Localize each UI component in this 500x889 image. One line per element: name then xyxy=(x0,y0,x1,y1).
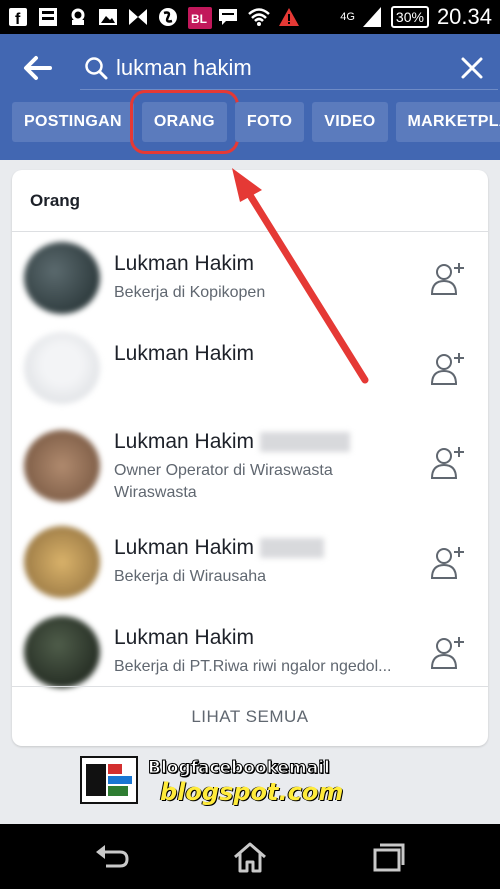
add-friend-icon[interactable] xyxy=(430,634,466,670)
person-name: Lukman Hakim xyxy=(114,536,325,560)
person-result[interactable]: Lukman Hakim xyxy=(12,322,488,412)
clock: 20.34 xyxy=(436,4,492,29)
watermark-title: Blogfacebookemail xyxy=(148,758,331,779)
search-icon xyxy=(85,57,108,80)
redacted-nickname xyxy=(260,538,325,559)
signal-icon xyxy=(362,7,383,27)
status-bar: f BL 4G 30% 20.34 xyxy=(0,0,500,34)
see-all-button[interactable]: LIHAT SEMUA xyxy=(12,686,488,746)
person-work: Owner Operator di Wiraswasta xyxy=(114,462,333,479)
blogger-notification-icon: BL xyxy=(188,7,212,29)
avatar xyxy=(24,616,100,688)
watermark-subtitle: blogspot.com xyxy=(160,778,344,806)
people-results-card: Orang Lukman Hakim Bekerja di Kopikopen … xyxy=(12,170,488,746)
search-input[interactable] xyxy=(116,52,436,84)
tab-marketplace[interactable]: MARKETPLA xyxy=(395,102,500,142)
tab-orang[interactable]: ORANG xyxy=(129,90,239,154)
person-result[interactable]: Lukman Hakim Bekerja di PT.Riwa riwi nga… xyxy=(12,606,488,696)
avatar xyxy=(24,332,100,404)
nav-back-icon[interactable] xyxy=(92,840,132,874)
tab-foto[interactable]: FOTO xyxy=(234,102,305,142)
person-name: Lukman Hakim xyxy=(114,252,255,275)
redacted-nickname xyxy=(260,432,351,453)
svg-text:f: f xyxy=(15,11,21,27)
warning-icon xyxy=(278,7,299,27)
person-work: Bekerja di Wirausaha xyxy=(114,568,267,585)
tab-video[interactable]: VIDEO xyxy=(312,102,388,142)
bbm-notification-icon xyxy=(128,7,148,27)
add-friend-icon[interactable] xyxy=(430,350,466,386)
watermark-logo xyxy=(80,756,138,804)
avatar xyxy=(24,242,100,314)
filter-tabs: POSTINGAN ORANG FOTO VIDEO MARKETPLA xyxy=(12,90,500,154)
person-work: Bekerja di PT.Riwa riwi ngalor ngedol... xyxy=(114,658,392,675)
nav-recent-apps-icon[interactable] xyxy=(368,840,408,874)
search-bar[interactable] xyxy=(80,46,498,90)
system-nav-bar xyxy=(0,824,500,889)
person-result[interactable]: Lukman Hakim Bekerja di Wirausaha xyxy=(12,516,488,606)
svg-text:BL: BL xyxy=(191,12,207,26)
add-friend-icon[interactable] xyxy=(430,444,466,480)
messages-notification-icon xyxy=(38,7,58,27)
nav-home-icon[interactable] xyxy=(230,840,270,874)
facebook-notification-icon: f xyxy=(8,7,28,28)
battery-indicator: 30% xyxy=(390,6,429,28)
avatar xyxy=(24,526,100,598)
person-name: Lukman Hakim xyxy=(114,342,255,365)
person-work: Bekerja di Kopikopen xyxy=(114,284,266,301)
person-secondary: Wiraswasta xyxy=(114,484,197,501)
add-friend-icon[interactable] xyxy=(430,544,466,580)
person-name: Lukman Hakim xyxy=(114,626,255,649)
person-result[interactable]: Lukman Hakim Owner Operator di Wiraswast… xyxy=(12,412,488,516)
search-header: POSTINGAN ORANG FOTO VIDEO MARKETPLA xyxy=(0,34,500,160)
app-notification-icon xyxy=(158,7,178,27)
add-friend-icon[interactable] xyxy=(430,260,466,296)
chat-notification-icon xyxy=(218,7,238,27)
clear-search-icon[interactable] xyxy=(460,56,484,80)
watermark: Blogfacebookemail blogspot.com xyxy=(80,756,380,806)
person-name: Lukman Hakim xyxy=(114,430,351,454)
signal-network-label: 4G xyxy=(340,11,355,23)
wifi-icon xyxy=(248,7,270,27)
person-result[interactable]: Lukman Hakim Bekerja di Kopikopen xyxy=(12,232,488,322)
back-button[interactable] xyxy=(22,54,52,82)
settings-notification-icon xyxy=(68,7,88,27)
back-arrow-icon xyxy=(24,56,52,80)
avatar xyxy=(24,430,100,502)
section-title: Orang xyxy=(12,170,488,232)
tab-postingan[interactable]: POSTINGAN xyxy=(12,102,134,142)
gallery-notification-icon xyxy=(98,7,118,27)
